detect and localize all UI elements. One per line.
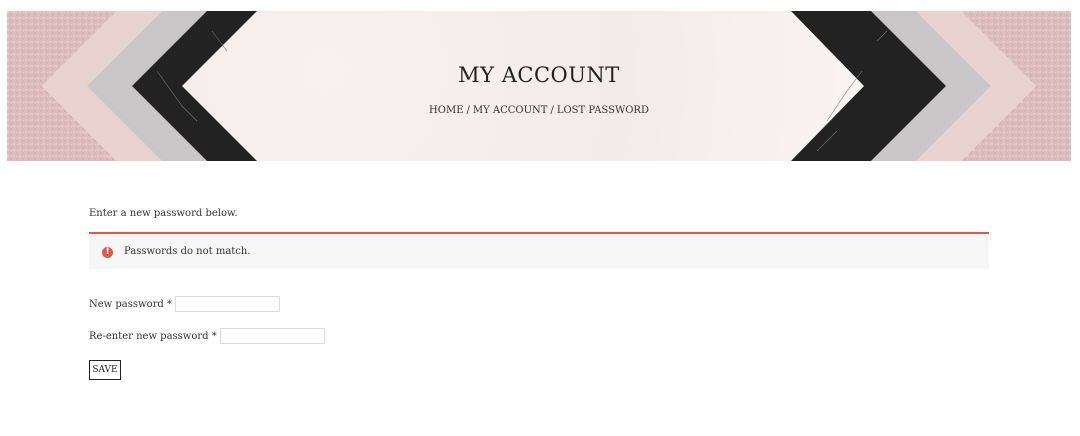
error-notice: ! Passwords do not match. [89, 232, 989, 269]
new-password-field[interactable] [174, 296, 280, 312]
page-title: MY ACCOUNT [458, 63, 620, 87]
breadcrumb-home-link[interactable]: HOME [429, 105, 463, 116]
breadcrumb-separator: / [466, 105, 470, 116]
reenter-password-field[interactable] [219, 328, 325, 344]
breadcrumb-current: LOST PASSWORD [556, 105, 649, 116]
exclamation-circle-icon: ! [102, 247, 113, 258]
error-message: Passwords do not match. [124, 246, 251, 257]
breadcrumb-separator: / [550, 105, 554, 116]
breadcrumb-my-account-link[interactable]: MY ACCOUNT [473, 105, 548, 116]
breadcrumb: HOME / MY ACCOUNT / LOST PASSWORD [7, 105, 1071, 116]
reenter-password-label: Re-enter new password * [89, 330, 217, 342]
reset-instructions: Enter a new password below. [89, 208, 238, 219]
new-password-row: New password * [89, 296, 280, 312]
reenter-password-row: Re-enter new password * [89, 328, 325, 344]
new-password-label: New password * [89, 298, 172, 310]
save-button[interactable]: SAVE [89, 360, 121, 380]
page-header-banner: MY ACCOUNT HOME / MY ACCOUNT / LOST PASSWORD [7, 11, 1071, 161]
